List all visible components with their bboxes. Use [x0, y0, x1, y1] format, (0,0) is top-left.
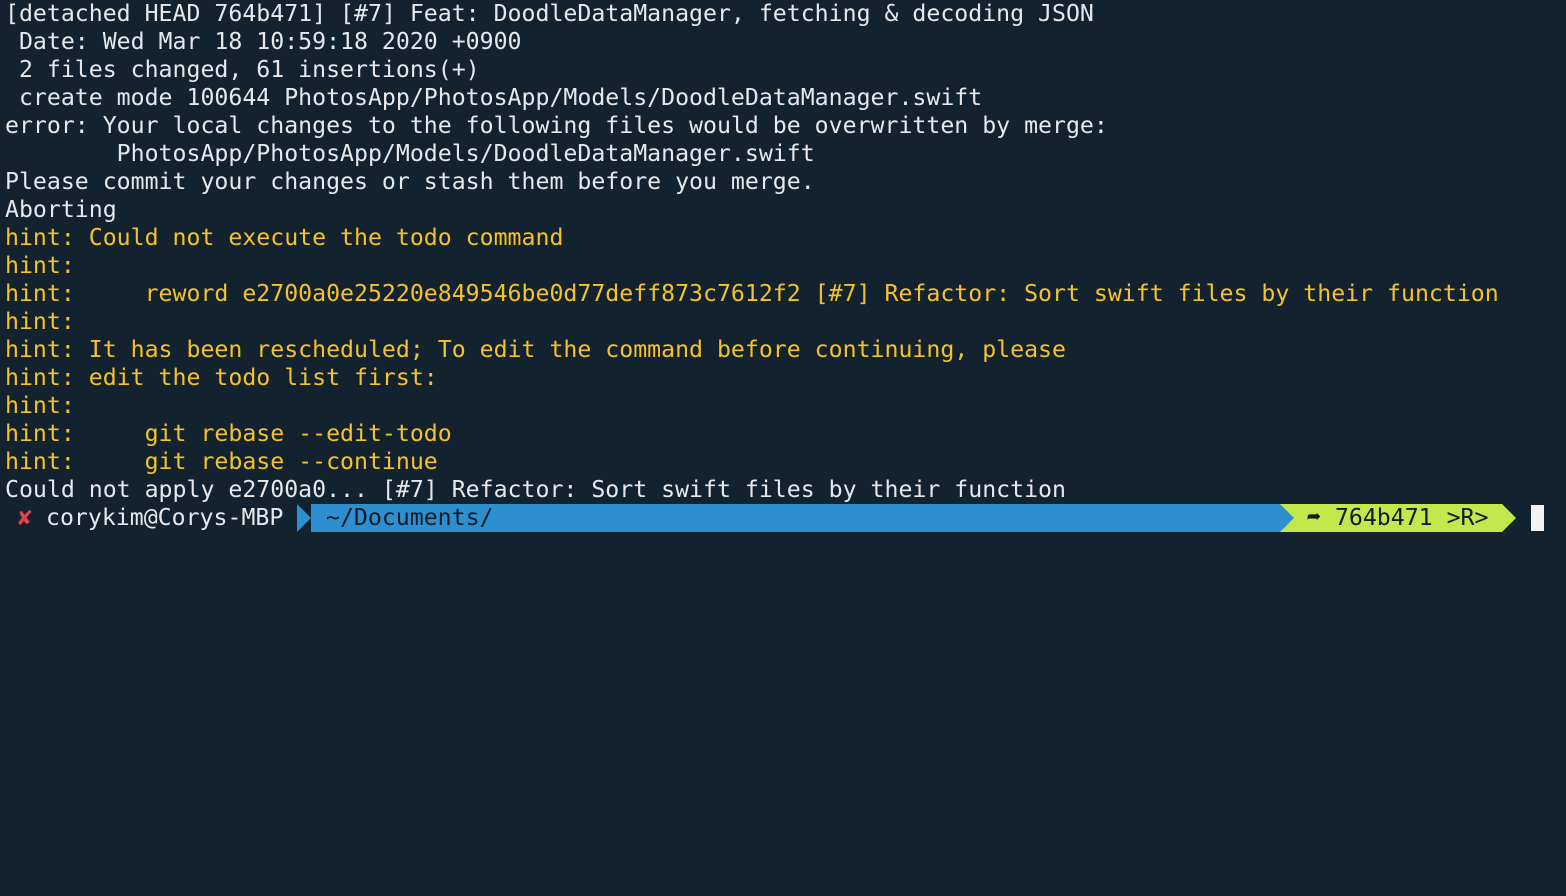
output-line: Please commit your changes or stash them… — [5, 168, 815, 195]
hint-line: hint: Could not execute the todo command — [5, 224, 564, 251]
error-status-icon: ✘ — [18, 504, 32, 531]
hint-line: hint: It has been rescheduled; To edit t… — [5, 336, 1066, 363]
prompt-path: ~/Documents/ — [326, 504, 494, 531]
output-line: 2 files changed, 61 insertions(+) — [5, 56, 480, 83]
hint-line: hint: — [5, 392, 75, 419]
output-line: [detached HEAD 764b471] [#7] Feat: Doodl… — [5, 0, 1094, 27]
output-line: create mode 100644 PhotosApp/PhotosApp/M… — [5, 84, 983, 111]
output-line: Aborting — [5, 196, 117, 223]
prompt-git-status: ➦ 764b471 >R> — [1307, 504, 1489, 531]
hint-line: hint: reword e2700a0e25220e849546be0d77d… — [5, 280, 1499, 307]
hint-line: hint: — [5, 308, 75, 335]
powerline-end-icon — [1502, 504, 1516, 532]
powerline-separator-icon — [297, 504, 311, 532]
output-line: Date: Wed Mar 18 10:59:18 2020 +0900 — [5, 28, 522, 55]
prompt-user-host: corykim@Corys-MBP — [46, 504, 284, 531]
hint-line: hint: git rebase --continue — [5, 448, 438, 475]
hint-line: hint: — [5, 252, 75, 279]
powerline-separator-icon — [1280, 504, 1294, 532]
hint-line: hint: git rebase --edit-todo — [5, 420, 452, 447]
shell-prompt[interactable]: ✘ corykim@Corys-MBP ~/Documents/ ➦ 764b4… — [0, 504, 1566, 532]
hint-line: hint: edit the todo list first: — [5, 364, 438, 391]
terminal-window[interactable]: [detached HEAD 764b471] [#7] Feat: Doodl… — [0, 0, 1566, 544]
output-line: Could not apply e2700a0... [#7] Refactor… — [5, 476, 1066, 503]
error-line: error: Your local changes to the followi… — [5, 112, 1108, 139]
terminal-cursor[interactable] — [1531, 505, 1544, 531]
output-line: PhotosApp/PhotosApp/Models/DoodleDataMan… — [5, 140, 815, 167]
